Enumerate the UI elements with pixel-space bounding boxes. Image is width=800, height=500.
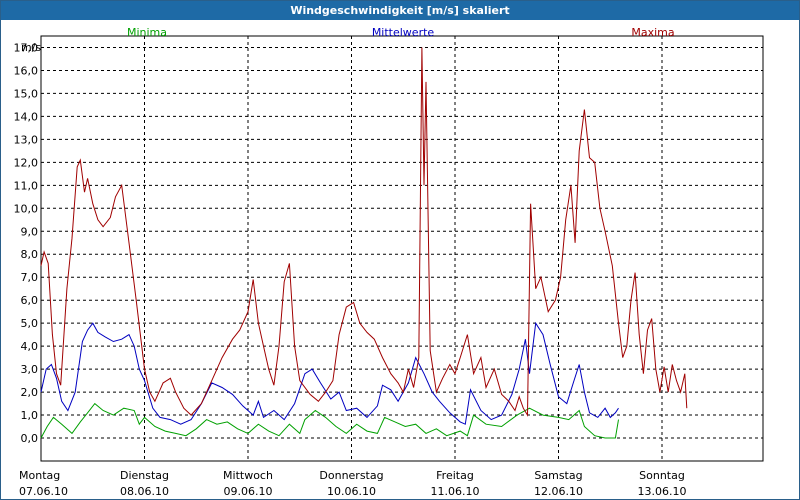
x-tick-date: 13.06.10 — [638, 485, 687, 498]
y-axis-unit: m/s — [21, 41, 41, 54]
y-tick-label: 4,0 — [21, 340, 39, 353]
y-tick-label: 15,0 — [14, 87, 39, 100]
y-tick-label: 2,0 — [21, 386, 39, 399]
x-tick-day: Samstag — [534, 469, 582, 482]
y-tick-labels: 0,0 1,0 2,0 3,0 4,0 5,0 6,0 7,0 8,0 9,0 10,0 11,0 12… — [14, 41, 39, 445]
x-tick-date: 12.06.10 — [534, 485, 583, 498]
y-tick-label: 5,0 — [21, 317, 39, 330]
y-tick-label: 8,0 — [21, 248, 39, 261]
x-tick-day: Dienstag — [120, 469, 169, 482]
y-tick-label: 6,0 — [21, 294, 39, 307]
x-tick-day: Sonntag — [639, 469, 685, 482]
x-tick-day: Donnerstag — [319, 469, 383, 482]
chart-window: Windgeschwindigkeit [m/s] skaliert 0,0 1,… — [0, 0, 800, 500]
x-tick-date: 07.06.10 — [19, 485, 68, 498]
y-tick-label: 13,0 — [14, 133, 39, 146]
y-tick-label: 0,0 — [21, 432, 39, 445]
x-tick-date: 11.06.10 — [431, 485, 480, 498]
y-tick-label: 1,0 — [21, 409, 39, 422]
x-tick-date: 08.06.10 — [120, 485, 169, 498]
x-tick-day: Montag — [19, 469, 60, 482]
x-tick-date: 10.06.10 — [327, 485, 376, 498]
series-lines — [40, 47, 688, 439]
y-tick-label: 9,0 — [21, 225, 39, 238]
legend-entry-maxima: Maxima — [631, 26, 674, 39]
legend-entry-minima: Minima — [127, 26, 167, 39]
y-tick-label: 7,0 — [21, 271, 39, 284]
x-tick-date: 09.06.10 — [224, 485, 273, 498]
y-tick-label: 3,0 — [21, 363, 39, 376]
x-tick-day: Mittwoch — [223, 469, 273, 482]
y-tick-label: 16,0 — [14, 64, 39, 77]
y-tick-label: 14,0 — [14, 110, 39, 123]
y-tick-label: 10,0 — [14, 202, 39, 215]
y-tick-label: 12,0 — [14, 156, 39, 169]
series-line-minima — [40, 402, 619, 439]
x-tick-day: Freitag — [436, 469, 474, 482]
y-tick-label: 11,0 — [14, 179, 39, 192]
legend: Minima Mittelwerte Maxima — [127, 26, 675, 39]
x-tick-labels: Montag 07.06.10 Dienstag 08.06.10 Mittwoch 09… — [19, 469, 686, 498]
legend-entry-mittelwerte: Mittelwerte — [372, 26, 435, 39]
chart-canvas: 0,0 1,0 2,0 3,0 4,0 5,0 6,0 7,0 8,0 9,0 10,0 11,0 12… — [14, 26, 764, 498]
